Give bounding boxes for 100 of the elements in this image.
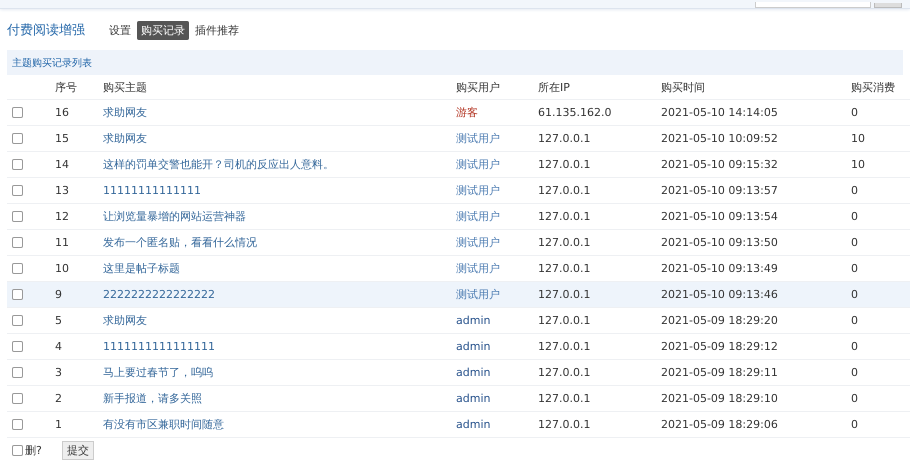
column-header: 购买时间 (661, 75, 851, 100)
table-cell: 61.135.162.0 (538, 106, 612, 119)
table-cell: 14 (55, 158, 69, 171)
table-cell: 127.0.0.1 (538, 418, 590, 431)
table-cell: 127.0.0.1 (538, 262, 590, 275)
table-cell: 0 (851, 236, 858, 249)
user-link[interactable]: 测试用户 (456, 262, 500, 275)
table-cell: 0 (851, 106, 858, 119)
table-cell: 127.0.0.1 (538, 158, 590, 171)
table-cell: 127.0.0.1 (538, 288, 590, 301)
search-button[interactable] (874, 3, 902, 8)
table-cell: 2021-05-10 09:13:50 (661, 236, 778, 249)
row-checkbox[interactable] (12, 341, 23, 352)
topic-link[interactable]: 这样的罚单交警也能开？司机的反应出人意料。 (103, 158, 334, 171)
table-cell: 3 (55, 366, 62, 379)
tab[interactable]: 购买记录 (137, 20, 189, 40)
table-cell: 10 (851, 132, 865, 145)
table-cell: 2021-05-09 18:29:06 (661, 418, 778, 431)
user-link[interactable]: admin (456, 392, 490, 405)
table-cell: 15 (55, 132, 69, 145)
topic-link[interactable]: 求助网友 (103, 132, 147, 145)
user-link[interactable]: admin (456, 366, 490, 379)
user-link[interactable]: 测试用户 (456, 210, 500, 223)
table-cell: 2021-05-09 18:29:10 (661, 392, 778, 405)
row-checkbox[interactable] (12, 159, 23, 170)
user-link[interactable]: 测试用户 (456, 158, 500, 171)
topic-link[interactable]: 让浏览量暴增的网站运营神器 (103, 210, 246, 223)
table-cell: 11 (55, 236, 69, 249)
row-checkbox[interactable] (12, 263, 23, 274)
table-cell: 0 (851, 184, 858, 197)
topic-link[interactable]: 求助网友 (103, 106, 147, 119)
table-cell: 0 (851, 288, 858, 301)
table-cell: 9 (55, 288, 62, 301)
column-header: 购买用户 (456, 75, 538, 100)
table-cell: 2021-05-09 18:29:12 (661, 340, 778, 353)
table-cell: 0 (851, 418, 858, 431)
topic-link[interactable]: 发布一个匿名贴，看看什么情况 (103, 236, 257, 249)
user-link[interactable]: 测试用户 (456, 184, 500, 197)
table-cell: 0 (851, 366, 858, 379)
row-checkbox[interactable] (12, 315, 23, 326)
user-link[interactable]: 游客 (456, 106, 478, 119)
table-cell: 16 (55, 106, 69, 119)
table-cell: 1 (55, 418, 62, 431)
topic-link[interactable]: 马上要过春节了，呜呜 (103, 366, 213, 379)
table-cell: 127.0.0.1 (538, 210, 590, 223)
table-cell: 2021-05-09 18:29:20 (661, 314, 778, 327)
table-cell: 0 (851, 210, 858, 223)
table-cell: 2021-05-10 14:14:05 (661, 106, 778, 119)
row-checkbox[interactable] (12, 211, 23, 222)
table-cell: 0 (851, 340, 858, 353)
user-link[interactable]: admin (456, 314, 490, 327)
table-cell: 2021-05-10 09:13:54 (661, 210, 778, 223)
table-cell: 10 (55, 262, 69, 275)
plugin-title: 付费阅读增强 (7, 22, 85, 39)
topic-link[interactable]: 2222222222222222 (103, 288, 215, 301)
row-checkbox[interactable] (12, 393, 23, 404)
table-cell: 127.0.0.1 (538, 340, 590, 353)
row-checkbox[interactable] (12, 289, 23, 300)
topic-link[interactable]: 求助网友 (103, 314, 147, 327)
tab[interactable]: 插件推荐 (191, 20, 243, 40)
search-field[interactable] (755, 2, 871, 8)
delete-checkbox[interactable] (12, 445, 23, 456)
table-cell: 127.0.0.1 (538, 314, 590, 327)
user-link[interactable]: 测试用户 (456, 236, 500, 249)
user-link[interactable]: 测试用户 (456, 132, 500, 145)
user-link[interactable]: admin (456, 418, 490, 431)
table-cell: 0 (851, 262, 858, 275)
table-cell: 2021-05-10 10:09:52 (661, 132, 778, 145)
row-checkbox[interactable] (12, 133, 23, 144)
section-title: 主题购买记录列表 (12, 56, 92, 70)
row-checkbox[interactable] (12, 367, 23, 378)
submit-button[interactable]: 提交 (62, 441, 94, 460)
table-cell: 127.0.0.1 (538, 184, 590, 197)
table-cell: 2 (55, 392, 62, 405)
table-cell: 127.0.0.1 (538, 366, 590, 379)
row-checkbox[interactable] (12, 107, 23, 118)
table-cell: 2021-05-09 18:29:11 (661, 366, 778, 379)
table-cell: 127.0.0.1 (538, 132, 590, 145)
topic-link[interactable]: 有没有市区兼职时间随意 (103, 418, 224, 431)
table-cell: 2021-05-10 09:13:49 (661, 262, 778, 275)
topic-link[interactable]: 1111111111111111 (103, 340, 215, 353)
table-cell: 2021-05-10 09:13:46 (661, 288, 778, 301)
table-cell: 2021-05-10 09:15:32 (661, 158, 778, 171)
row-checkbox[interactable] (12, 185, 23, 196)
user-link[interactable]: admin (456, 340, 490, 353)
table-cell: 4 (55, 340, 62, 353)
row-checkbox[interactable] (12, 419, 23, 430)
column-header: 购买主题 (103, 75, 456, 100)
table-cell: 10 (851, 158, 865, 171)
topic-link[interactable]: 新手报道，请多关照 (103, 392, 202, 405)
table-cell: 127.0.0.1 (538, 236, 590, 249)
row-checkbox[interactable] (12, 237, 23, 248)
table-cell: 2021-05-10 09:13:57 (661, 184, 778, 197)
column-header: 所在IP (538, 75, 661, 100)
table-cell: 0 (851, 392, 858, 405)
tab[interactable]: 设置 (105, 20, 135, 40)
table-cell: 13 (55, 184, 69, 197)
topic-link[interactable]: 11111111111111 (103, 184, 201, 197)
delete-label: 删? (25, 443, 42, 458)
topic-link[interactable]: 这里是帖子标题 (103, 262, 180, 275)
